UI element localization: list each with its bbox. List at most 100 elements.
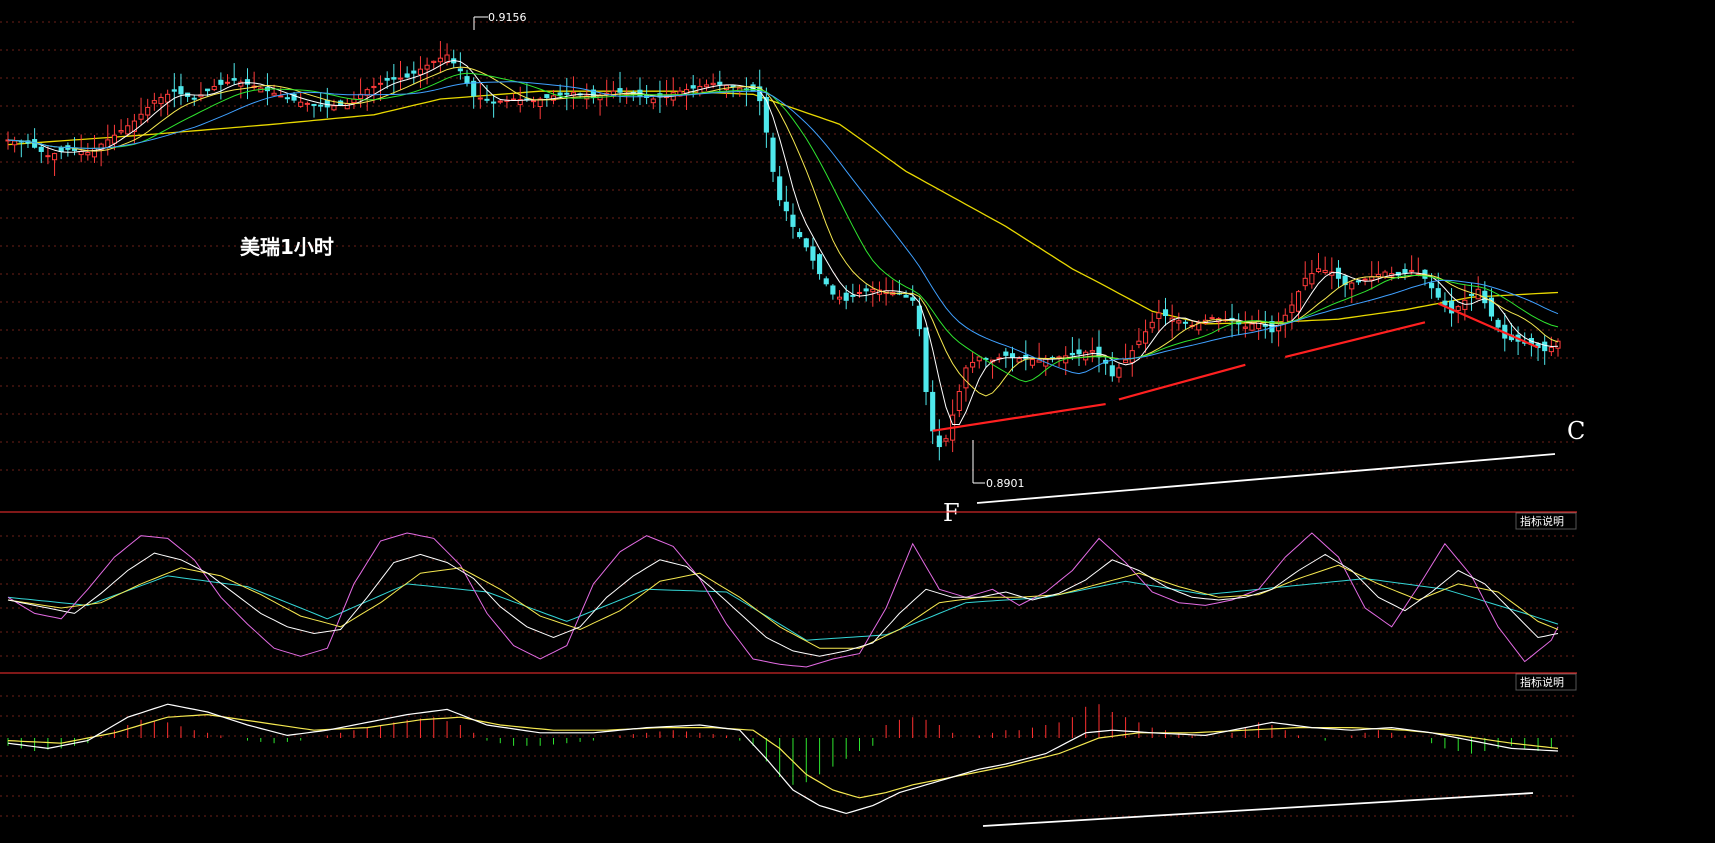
candle-body bbox=[863, 288, 869, 292]
candle-body bbox=[783, 201, 789, 212]
candle-body bbox=[916, 305, 922, 330]
candle-body bbox=[1295, 291, 1302, 312]
candle-body bbox=[284, 97, 290, 100]
candle-body bbox=[650, 98, 656, 104]
candle-body bbox=[803, 238, 809, 248]
candle-body bbox=[544, 94, 550, 98]
candle-body bbox=[956, 391, 962, 411]
stock-chart[interactable]: 美瑞1小时 0.9156 0.8901 F C 指标说明 指标说明 bbox=[0, 0, 1715, 843]
candle-body bbox=[797, 232, 803, 238]
candle-body bbox=[810, 246, 816, 261]
candle-body bbox=[830, 285, 836, 295]
candle-body bbox=[843, 292, 849, 301]
candle-body bbox=[1136, 340, 1142, 346]
candle-body bbox=[231, 78, 237, 81]
candle-body bbox=[111, 134, 117, 144]
candle-body bbox=[298, 101, 304, 107]
candle-body bbox=[125, 125, 131, 135]
candle-body bbox=[1322, 269, 1328, 273]
candle-body bbox=[344, 103, 350, 110]
candle-body bbox=[970, 361, 976, 368]
candle-body bbox=[1402, 269, 1408, 274]
candle-body bbox=[91, 147, 98, 158]
candle-body bbox=[1442, 300, 1448, 306]
candle-body bbox=[1302, 277, 1308, 287]
candle-body bbox=[404, 73, 410, 78]
candle-body bbox=[397, 77, 404, 80]
candle-body bbox=[1282, 314, 1288, 324]
candle-body bbox=[1242, 326, 1248, 329]
candle-body bbox=[1429, 282, 1435, 289]
candle-body bbox=[870, 288, 876, 293]
candle-body bbox=[191, 97, 197, 100]
indicator-help-button-1[interactable]: 指标说明 bbox=[1515, 512, 1577, 530]
candle-body bbox=[511, 98, 517, 101]
candle-body bbox=[1003, 351, 1009, 356]
candle-body bbox=[710, 82, 716, 86]
candle-body bbox=[1182, 321, 1189, 324]
candle-body bbox=[431, 60, 437, 63]
candle-body bbox=[278, 95, 284, 98]
candle-body bbox=[377, 82, 384, 85]
point-label-c: C bbox=[1567, 417, 1585, 445]
candle-body bbox=[151, 100, 157, 104]
candle-body bbox=[1555, 340, 1561, 349]
candle-body bbox=[1156, 312, 1162, 319]
candle-body bbox=[1142, 331, 1149, 344]
candle-body bbox=[910, 297, 916, 301]
candle-body bbox=[817, 254, 823, 275]
candle-body bbox=[224, 81, 231, 84]
chart-background bbox=[0, 0, 1715, 843]
candle-body bbox=[318, 104, 324, 107]
indicator-help-button-2[interactable]: 指标说明 bbox=[1515, 673, 1577, 691]
candle-body bbox=[1349, 282, 1355, 290]
candle-body bbox=[777, 176, 783, 201]
candle-body bbox=[557, 92, 563, 96]
candle-body bbox=[976, 356, 982, 362]
candle-body bbox=[1375, 273, 1381, 278]
candle-body bbox=[703, 84, 710, 88]
candle-body bbox=[1315, 268, 1322, 273]
candle-body bbox=[391, 77, 397, 80]
candle-body bbox=[165, 93, 171, 103]
candle-body bbox=[145, 106, 151, 116]
candle-body bbox=[38, 146, 44, 152]
candle-body bbox=[471, 80, 477, 97]
candle-body bbox=[118, 129, 124, 133]
candle-body bbox=[437, 57, 443, 63]
candle-body bbox=[1249, 323, 1255, 331]
candle-body bbox=[158, 96, 164, 105]
candle-body bbox=[477, 97, 483, 100]
indicator-help-label-1: 指标说明 bbox=[1520, 514, 1564, 528]
candle-body bbox=[930, 391, 936, 432]
candle-body bbox=[1362, 278, 1368, 281]
candle-body bbox=[1083, 351, 1089, 361]
candle-body bbox=[1548, 346, 1554, 353]
candle-body bbox=[1123, 359, 1129, 364]
candle-body bbox=[417, 68, 424, 75]
candle-body bbox=[1009, 353, 1016, 358]
indicator-help-label-2: 指标说明 bbox=[1520, 675, 1564, 689]
candle-body bbox=[936, 435, 942, 448]
chart-title: 美瑞1小时 bbox=[240, 235, 334, 259]
candle-body bbox=[1029, 359, 1036, 366]
candle-body bbox=[1149, 321, 1155, 329]
point-label-f: F bbox=[943, 499, 960, 527]
candle-body bbox=[1289, 304, 1295, 313]
candle-body bbox=[690, 85, 696, 89]
candle-body bbox=[52, 153, 58, 161]
candle-body bbox=[1355, 280, 1361, 283]
candle-body bbox=[457, 68, 463, 72]
low-price-label: 0.8901 bbox=[986, 477, 1025, 490]
candle-body bbox=[1162, 309, 1169, 317]
candle-body bbox=[324, 99, 330, 108]
candle-body bbox=[617, 88, 623, 93]
candle-body bbox=[717, 81, 723, 85]
candle-body bbox=[1455, 306, 1461, 311]
candle-body bbox=[484, 98, 490, 101]
candle-body bbox=[1495, 319, 1501, 328]
candle-body bbox=[1435, 288, 1441, 298]
candle-body bbox=[311, 103, 317, 106]
candle-body bbox=[205, 88, 211, 92]
candle-body bbox=[1129, 350, 1135, 363]
